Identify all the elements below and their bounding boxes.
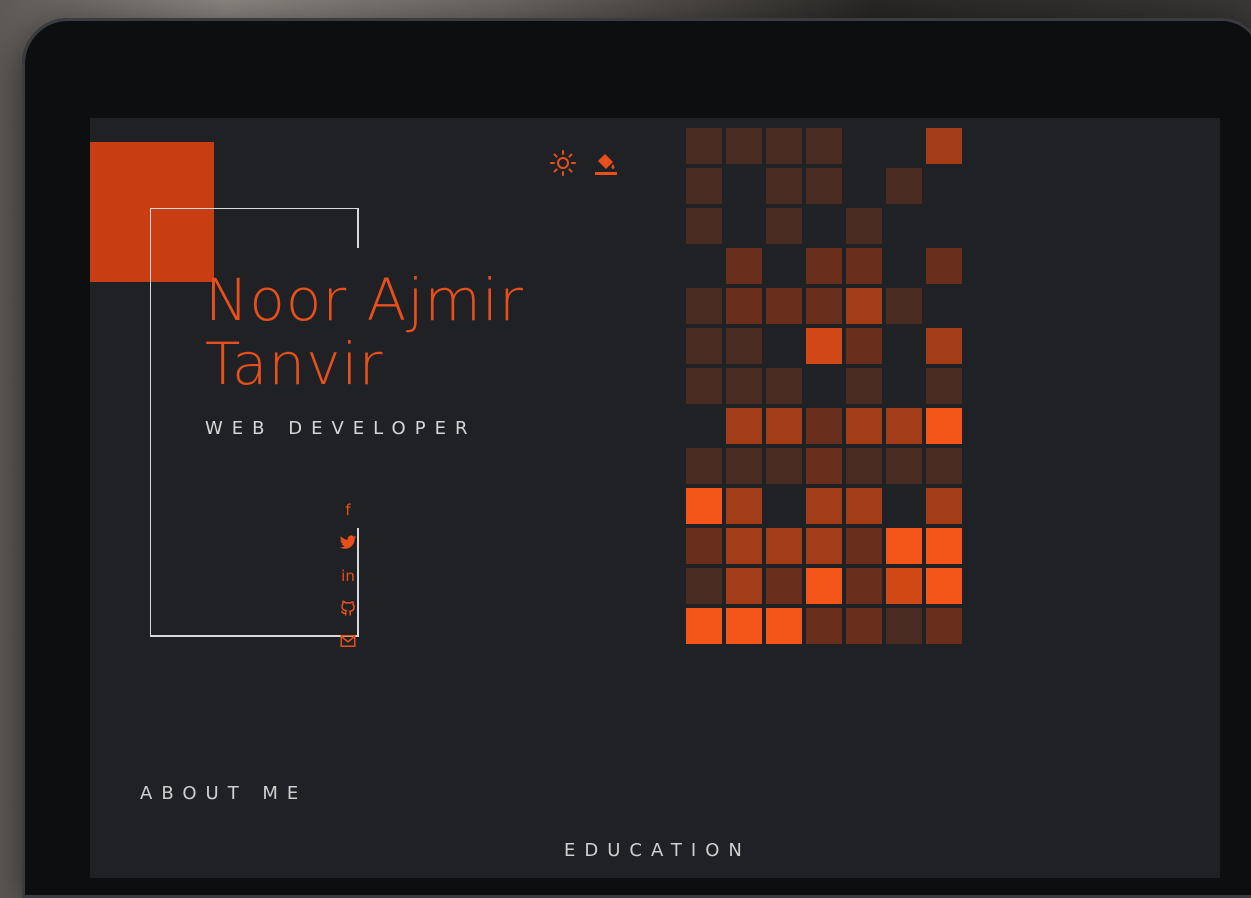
hero-name: Noor Ajmir Tanvir — [205, 268, 524, 396]
laptop-bezel: Noor Ajmir Tanvir WEB DEVELOPER f in ABO… — [22, 18, 1251, 898]
mosaic-cell — [806, 488, 842, 524]
mosaic-cell — [846, 328, 882, 364]
mosaic-cell — [726, 288, 762, 324]
mosaic-cell — [726, 528, 762, 564]
mosaic-cell — [926, 328, 962, 364]
mosaic-cell — [926, 448, 962, 484]
mosaic-cell — [726, 368, 762, 404]
mosaic-cell — [726, 408, 762, 444]
mosaic-cell — [686, 168, 722, 204]
mosaic-cell — [846, 248, 882, 284]
mosaic-cell — [806, 128, 842, 164]
mosaic-cell — [726, 568, 762, 604]
email-link[interactable] — [334, 632, 362, 665]
mosaic-cell — [846, 488, 882, 524]
mosaic-cell — [766, 168, 802, 204]
twitter-icon — [339, 535, 357, 549]
hero-role: WEB DEVELOPER — [205, 418, 477, 439]
mosaic-cell — [806, 568, 842, 604]
facebook-link[interactable]: f — [334, 500, 362, 533]
mosaic-cell — [686, 368, 722, 404]
mosaic-cell — [766, 368, 802, 404]
mosaic-cell — [686, 528, 722, 564]
mosaic-cell — [886, 448, 922, 484]
linkedin-link[interactable]: in — [334, 566, 362, 599]
mosaic-cell — [846, 368, 882, 404]
mosaic-cell — [846, 568, 882, 604]
mosaic-cell — [726, 488, 762, 524]
mosaic-cell — [926, 368, 962, 404]
portfolio-screen: Noor Ajmir Tanvir WEB DEVELOPER f in ABO… — [90, 118, 1220, 878]
mosaic-cell — [886, 608, 922, 644]
mosaic-cell — [926, 408, 962, 444]
hero-name-line2: Tanvir — [205, 330, 384, 398]
mosaic-cell — [766, 288, 802, 324]
mosaic-cell — [686, 448, 722, 484]
mosaic-cell — [766, 608, 802, 644]
mosaic-cell — [686, 608, 722, 644]
mosaic-cell — [766, 408, 802, 444]
mosaic-cell — [766, 128, 802, 164]
mosaic-cell — [726, 328, 762, 364]
mosaic-cell — [926, 248, 962, 284]
social-links: f in — [334, 500, 362, 665]
mosaic-cell — [766, 208, 802, 244]
mosaic-cell — [806, 248, 842, 284]
mosaic-cell — [846, 288, 882, 324]
paint-bucket-icon[interactable] — [593, 150, 619, 176]
github-icon — [340, 600, 355, 616]
mosaic-cell — [926, 568, 962, 604]
facebook-icon: f — [345, 501, 351, 519]
mosaic-cell — [886, 168, 922, 204]
mosaic-cell — [766, 568, 802, 604]
mosaic-cell — [726, 448, 762, 484]
mosaic-cell — [806, 528, 842, 564]
mosaic-cell — [686, 568, 722, 604]
mosaic-cell — [686, 488, 722, 524]
mosaic-cell — [766, 528, 802, 564]
linkedin-icon: in — [341, 567, 355, 585]
mosaic-cell — [726, 248, 762, 284]
mosaic-cell — [806, 328, 842, 364]
mosaic-cell — [926, 528, 962, 564]
mosaic-cell — [726, 608, 762, 644]
mosaic-cell — [686, 128, 722, 164]
mosaic-cell — [766, 448, 802, 484]
mosaic-cell — [886, 408, 922, 444]
accent-square — [90, 142, 214, 282]
mosaic-cell — [846, 408, 882, 444]
mosaic-cell — [806, 608, 842, 644]
mosaic-cell — [806, 168, 842, 204]
mosaic-cell — [926, 128, 962, 164]
mosaic-cell — [846, 528, 882, 564]
nav-about-me[interactable]: ABOUT ME — [140, 783, 307, 804]
mosaic-cell — [886, 288, 922, 324]
mosaic-cell — [846, 208, 882, 244]
mosaic-cell — [886, 568, 922, 604]
mosaic-cell — [726, 128, 762, 164]
twitter-link[interactable] — [334, 533, 362, 566]
nav-education[interactable]: EDUCATION — [564, 840, 751, 861]
mosaic-cell — [846, 608, 882, 644]
mosaic-cell — [686, 328, 722, 364]
mosaic-cell — [886, 528, 922, 564]
mosaic-cell — [846, 448, 882, 484]
hero-name-line1: Noor Ajmir — [205, 266, 524, 334]
email-icon — [340, 635, 356, 647]
mosaic-cell — [926, 488, 962, 524]
mosaic-cell — [806, 288, 842, 324]
mosaic-cell — [686, 288, 722, 324]
mosaic-cell — [926, 608, 962, 644]
mosaic-cell — [686, 208, 722, 244]
github-link[interactable] — [334, 599, 362, 632]
mosaic-cell — [806, 448, 842, 484]
sun-icon[interactable] — [550, 150, 576, 176]
mosaic-cell — [806, 408, 842, 444]
